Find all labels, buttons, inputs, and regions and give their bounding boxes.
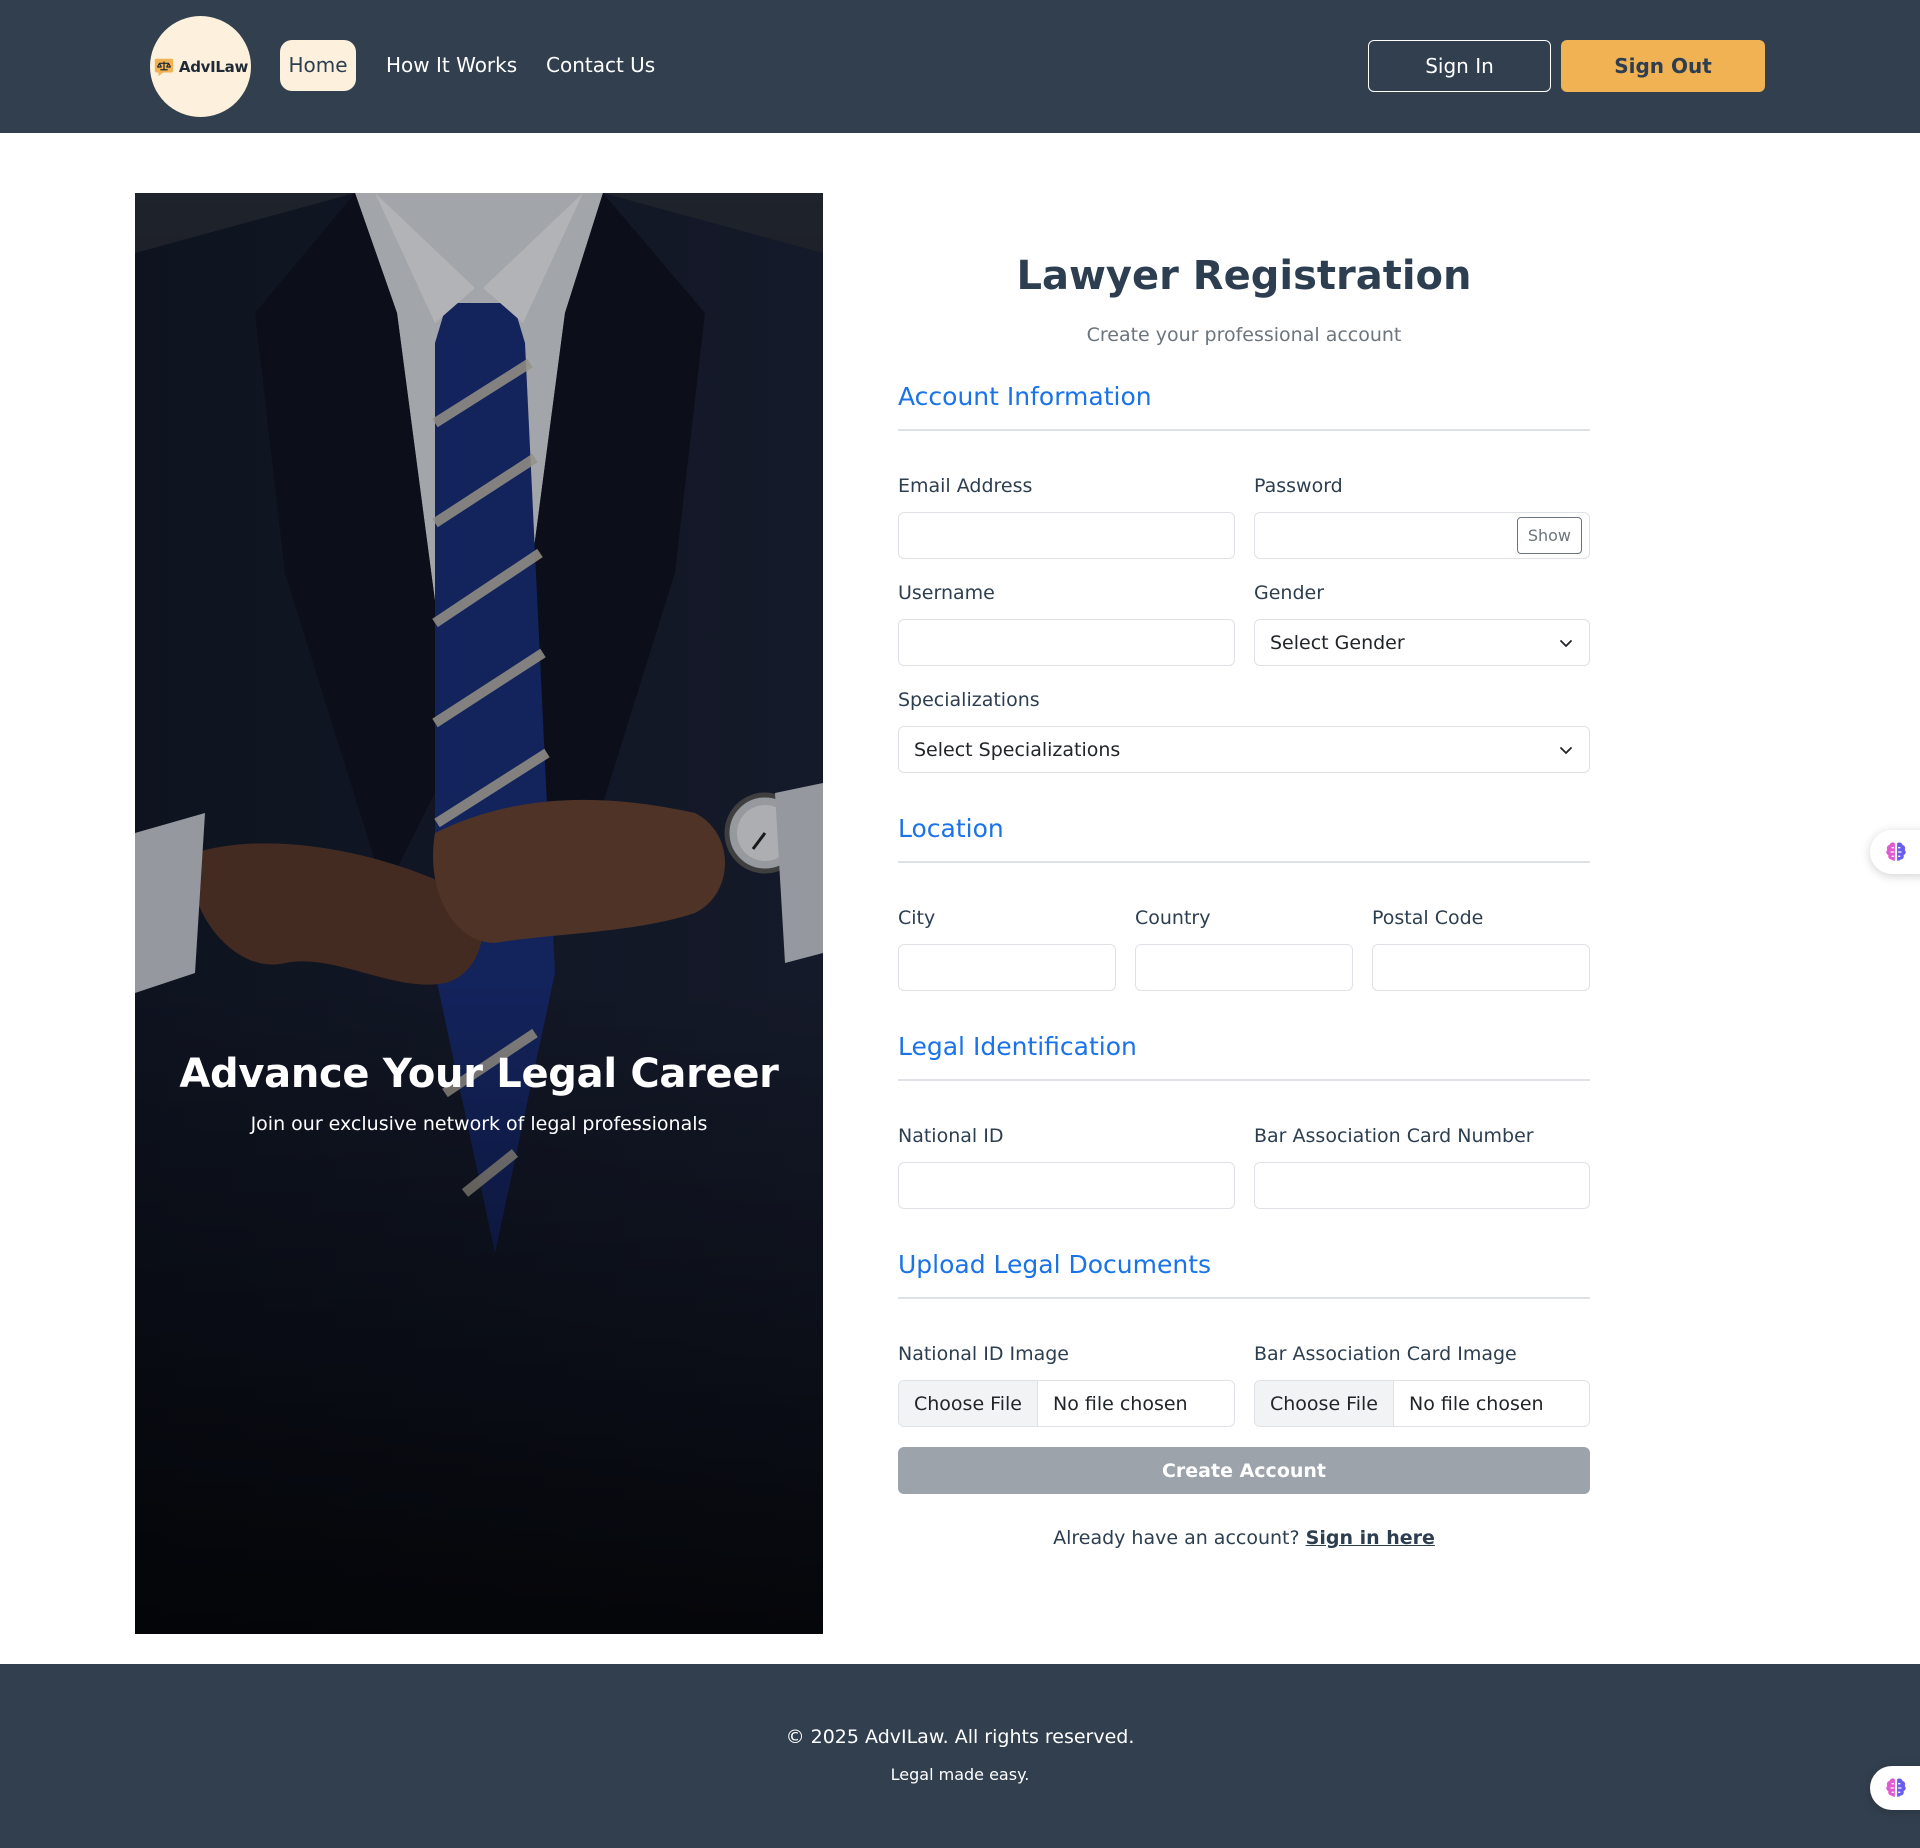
password-label: Password bbox=[1254, 475, 1343, 497]
sign-in-here-link[interactable]: Sign in here bbox=[1306, 1527, 1435, 1549]
nav-how-it-works[interactable]: How It Works bbox=[386, 40, 517, 91]
brain-icon bbox=[1886, 842, 1906, 861]
top-navbar: AdvILaw Home How It Works Contact Us Sig… bbox=[0, 0, 1920, 133]
national-id-file-status: No file chosen bbox=[1052, 1392, 1188, 1415]
national-id-image-input: Choose File No file chosen bbox=[898, 1380, 1235, 1427]
bar-card-file-status: No file chosen bbox=[1408, 1392, 1544, 1415]
section-legal-identification: Legal Identification bbox=[898, 1032, 1590, 1081]
email-label: Email Address bbox=[898, 475, 1033, 497]
national-id-label: National ID bbox=[898, 1125, 1004, 1147]
country-label: Country bbox=[1135, 907, 1211, 929]
national-id-image-label: National ID Image bbox=[898, 1343, 1069, 1365]
footer: © 2025 AdvILaw. All rights reserved. Leg… bbox=[0, 1664, 1920, 1848]
show-password-button[interactable]: Show bbox=[1516, 517, 1582, 554]
specializations-select[interactable]: Select Specializations bbox=[898, 726, 1590, 773]
logo-text: AdvILaw bbox=[178, 57, 249, 76]
logo[interactable]: AdvILaw bbox=[150, 16, 251, 117]
page-subtitle: Create your professional account bbox=[1086, 324, 1402, 346]
chevron-down-icon bbox=[1560, 639, 1572, 647]
specializations-select-value: Select Specializations bbox=[914, 738, 1121, 761]
hero-subtitle: Join our exclusive network of legal prof… bbox=[250, 1113, 708, 1135]
gender-select-value: Select Gender bbox=[1270, 631, 1405, 654]
section-location: Location bbox=[898, 814, 1590, 863]
section-account-information: Account Information bbox=[898, 382, 1590, 431]
page-title: Lawyer Registration bbox=[1016, 253, 1472, 299]
bar-card-image-input: Choose File No file chosen bbox=[1254, 1380, 1590, 1427]
signin-prompt-text: Already have an account? bbox=[1053, 1527, 1300, 1549]
sign-out-button[interactable]: Sign Out bbox=[1561, 40, 1765, 92]
national-id-field[interactable] bbox=[898, 1162, 1235, 1209]
specializations-label: Specializations bbox=[898, 689, 1040, 711]
scales-logo-icon bbox=[154, 58, 174, 76]
password-wrapper: Show bbox=[1254, 512, 1590, 559]
gender-select[interactable]: Select Gender bbox=[1254, 619, 1590, 666]
city-label: City bbox=[898, 907, 936, 929]
bar-card-number-label: Bar Association Card Number bbox=[1254, 1125, 1534, 1147]
username-label: Username bbox=[898, 582, 995, 604]
footer-tagline: Legal made easy. bbox=[890, 1765, 1030, 1784]
gender-label: Gender bbox=[1254, 582, 1325, 604]
hero-image-panel: Advance Your Legal Career Join our exclu… bbox=[135, 193, 823, 1634]
postal-code-label: Postal Code bbox=[1372, 907, 1484, 929]
signin-prompt: Already have an account? Sign in here bbox=[898, 1527, 1590, 1549]
country-field[interactable] bbox=[1135, 944, 1353, 991]
sign-in-button[interactable]: Sign In bbox=[1368, 40, 1551, 92]
bar-card-number-field[interactable] bbox=[1254, 1162, 1590, 1209]
username-field[interactable] bbox=[898, 619, 1235, 666]
floating-assistant-button[interactable] bbox=[1870, 830, 1920, 874]
section-upload-documents: Upload Legal Documents bbox=[898, 1250, 1590, 1299]
chevron-down-icon bbox=[1560, 746, 1572, 754]
bar-card-choose-file-button[interactable]: Choose File bbox=[1255, 1381, 1394, 1426]
email-field[interactable] bbox=[898, 512, 1235, 559]
bar-card-image-label: Bar Association Card Image bbox=[1254, 1343, 1517, 1365]
floating-assistant-button-bottom[interactable] bbox=[1870, 1766, 1920, 1810]
national-id-choose-file-button[interactable]: Choose File bbox=[899, 1381, 1038, 1426]
hero-overlay bbox=[135, 193, 823, 1634]
create-account-button[interactable]: Create Account bbox=[898, 1447, 1590, 1494]
hero-title: Advance Your Legal Career bbox=[179, 1051, 779, 1097]
footer-copyright: © 2025 AdvILaw. All rights reserved. bbox=[785, 1726, 1135, 1748]
city-field[interactable] bbox=[898, 944, 1116, 991]
brain-icon bbox=[1886, 1778, 1906, 1797]
postal-code-field[interactable] bbox=[1372, 944, 1590, 991]
nav-contact-us[interactable]: Contact Us bbox=[546, 40, 655, 91]
nav-home[interactable]: Home bbox=[280, 40, 356, 91]
